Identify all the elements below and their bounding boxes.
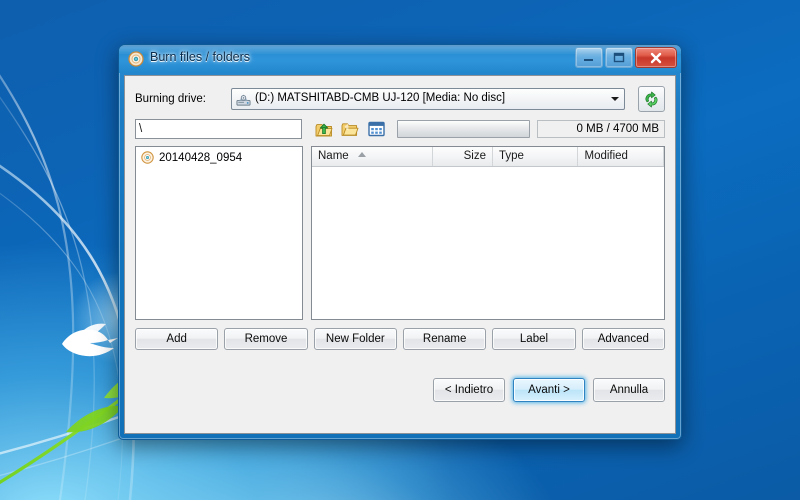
dialog-body: Burning drive: (D:) MATSHITABD-CMB UJ-12…	[124, 75, 676, 434]
path-input[interactable]	[135, 119, 302, 139]
capacity-label: 0 MB / 4700 MB	[537, 120, 665, 138]
minimize-button[interactable]	[575, 47, 603, 68]
sort-ascending-icon	[357, 152, 366, 157]
burning-drive-select[interactable]: (D:) MATSHITABD-CMB UJ-120 [Media: No di…	[231, 88, 625, 110]
column-header-size-label: Size	[463, 150, 486, 162]
burning-drive-label: Burning drive:	[135, 93, 206, 105]
go-up-button[interactable]	[313, 118, 335, 140]
rename-button[interactable]: Rename	[402, 328, 487, 350]
column-header-type[interactable]: Type	[493, 147, 579, 166]
optical-drive-icon	[236, 94, 251, 106]
burning-drive-row: Burning drive: (D:) MATSHITABD-CMB UJ-12…	[135, 86, 665, 112]
folder-tree-pane[interactable]: 20140428_0954	[135, 146, 303, 320]
tree-item-label: 20140428_0954	[159, 151, 243, 164]
column-header-modified-label: Modified	[584, 150, 628, 162]
minimize-icon	[584, 58, 593, 61]
disc-icon	[141, 151, 154, 164]
close-icon	[650, 52, 662, 63]
column-header-name-label: Name	[318, 150, 349, 162]
file-list-header: Name Size Type Modified	[312, 147, 664, 167]
drive-dropdown-arrow[interactable]	[606, 90, 623, 108]
toolbar-row: 0 MB / 4700 MB	[135, 119, 665, 141]
new-folder-toolbar-button[interactable]	[339, 118, 361, 140]
next-button[interactable]: Avanti >	[513, 378, 585, 402]
capacity-progress-bar	[397, 120, 530, 138]
maximize-button[interactable]	[605, 47, 633, 68]
file-list-pane[interactable]: Name Size Type Modified	[311, 146, 665, 320]
view-details-button[interactable]	[365, 118, 387, 140]
maximize-icon	[613, 52, 625, 63]
window-controls	[575, 47, 677, 68]
advanced-button[interactable]: Advanced	[581, 328, 665, 350]
folder-up-icon	[315, 123, 333, 136]
view-details-icon	[367, 121, 385, 137]
column-header-size[interactable]: Size	[433, 147, 493, 166]
new-folder-button[interactable]: New Folder	[313, 328, 397, 350]
column-header-modified[interactable]: Modified	[578, 147, 664, 166]
refresh-drive-button[interactable]	[638, 86, 665, 112]
burn-dialog-window: Burn files / folders Burning drive: (D:)…	[118, 44, 682, 440]
close-button[interactable]	[635, 47, 677, 68]
action-button-row: Add Remove New Folder Rename Label Advan…	[135, 328, 665, 350]
refresh-icon	[645, 91, 658, 107]
burning-drive-value: (D:) MATSHITABD-CMB UJ-120 [Media: No di…	[255, 92, 506, 104]
back-button[interactable]: < Indietro	[433, 378, 505, 402]
add-button[interactable]: Add	[135, 328, 219, 350]
new-folder-icon	[341, 122, 359, 136]
tree-item-compilation[interactable]: 20140428_0954	[136, 147, 302, 164]
navigation-button-row: < Indietro Avanti > Annulla	[433, 378, 665, 402]
column-header-name[interactable]: Name	[312, 147, 434, 166]
disc-icon	[128, 51, 144, 67]
label-button[interactable]: Label	[492, 328, 576, 350]
cancel-button[interactable]: Annulla	[593, 378, 665, 402]
chevron-down-icon	[610, 97, 619, 101]
column-header-type-label: Type	[498, 150, 524, 162]
title-bar[interactable]: Burn files / folders	[119, 45, 681, 73]
window-title: Burn files / folders	[150, 50, 251, 64]
remove-button[interactable]: Remove	[224, 328, 308, 350]
